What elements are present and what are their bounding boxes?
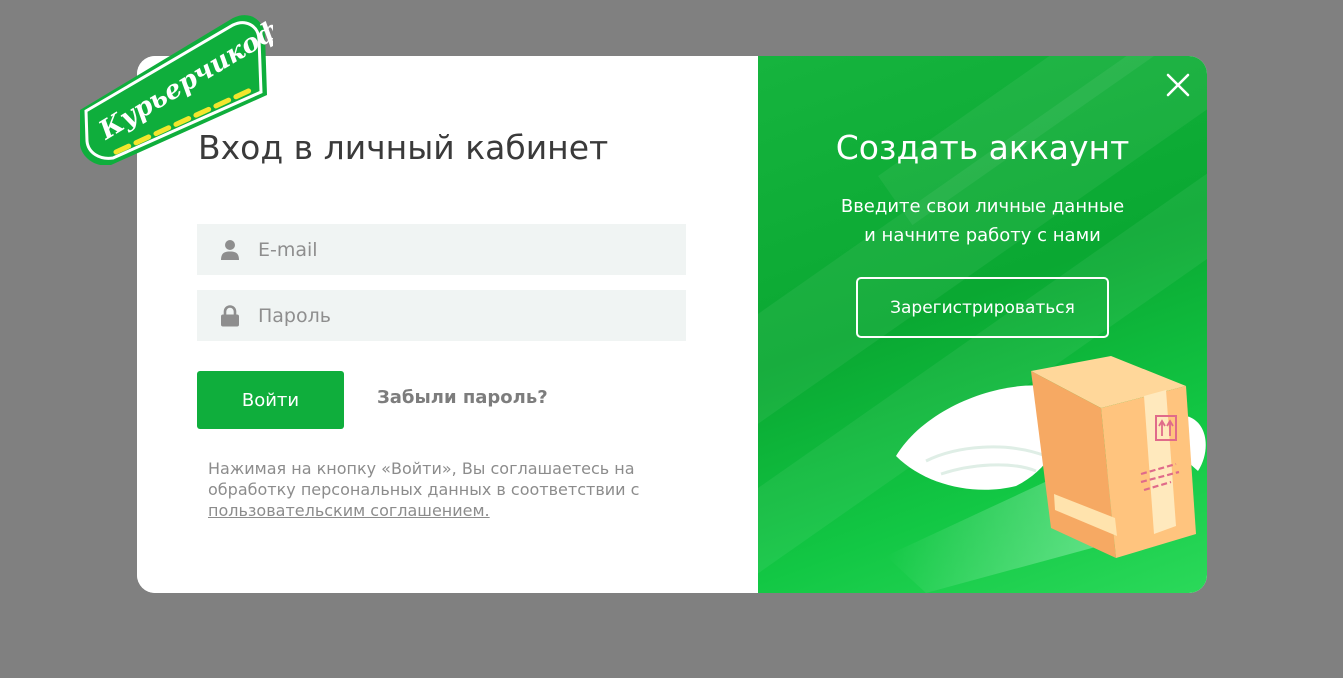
register-title: Создать аккаунт xyxy=(835,128,1130,167)
register-subtitle: Введите свои личные данные и начните раб… xyxy=(758,192,1207,250)
password-field[interactable] xyxy=(197,290,686,341)
login-modal: Вход в личный кабинет Войти Забыли парол… xyxy=(137,56,1207,593)
close-icon[interactable] xyxy=(1165,72,1191,98)
register-subtitle-line: Введите свои личные данные xyxy=(840,196,1125,217)
user-agreement-link[interactable]: пользовательским соглашением. xyxy=(208,501,490,520)
flying-box-illustration xyxy=(886,356,1206,593)
forgot-password-link[interactable]: Забыли пароль? xyxy=(377,387,548,408)
lock-icon xyxy=(219,304,241,328)
logo: Курьерчикоф xyxy=(80,15,273,165)
register-button[interactable]: Зарегистрироваться xyxy=(856,277,1109,338)
email-input[interactable] xyxy=(258,238,658,261)
agreement-text: Нажимая на кнопку «Войти», Вы соглашаете… xyxy=(208,459,640,499)
email-field[interactable] xyxy=(197,224,686,275)
user-icon xyxy=(219,238,241,262)
agreement-notice: Нажимая на кнопку «Войти», Вы соглашаете… xyxy=(208,458,678,521)
register-panel: Создать аккаунт Введите свои личные данн… xyxy=(758,56,1207,593)
password-input[interactable] xyxy=(258,304,658,327)
register-subtitle-line: и начните работу с нами xyxy=(864,225,1101,246)
login-button[interactable]: Войти xyxy=(197,371,344,429)
